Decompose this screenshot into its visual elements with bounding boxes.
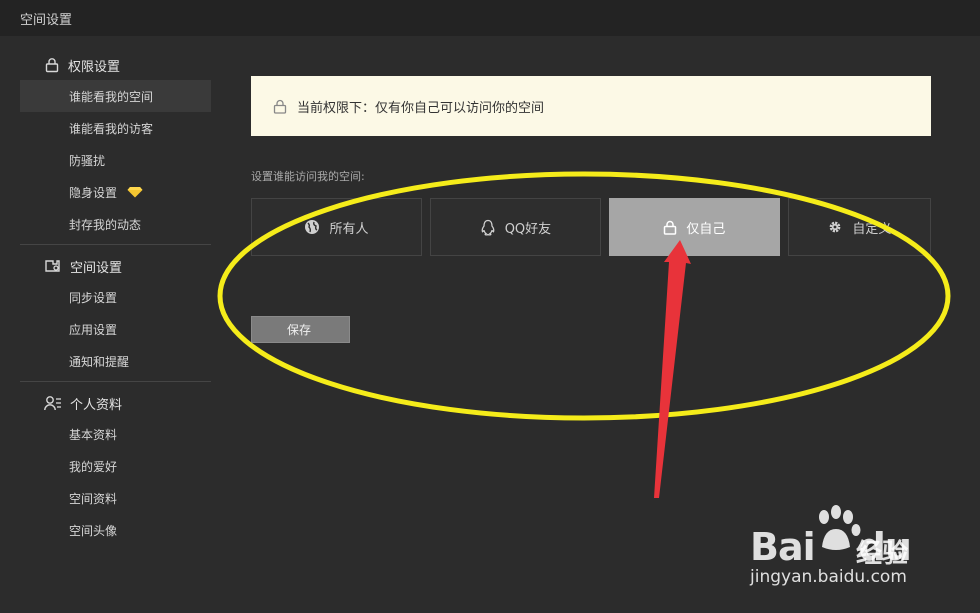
profile-icon — [44, 396, 61, 411]
sidebar-item-label: 空间资料 — [69, 491, 118, 506]
option-label: 自定义 — [852, 221, 892, 237]
window-titlebar: 空间设置 — [0, 0, 980, 36]
sidebar-group-header: 权限设置 — [20, 50, 211, 80]
sidebar-item-label: 谁能看我的空间 — [69, 89, 154, 104]
window-title: 空间设置 — [20, 12, 73, 28]
watermark-brand-part1: Bai — [750, 525, 816, 569]
option-label: 所有人 — [329, 221, 369, 237]
sidebar-item-app-settings[interactable]: 应用设置 — [20, 313, 211, 345]
sidebar-item-sync-settings[interactable]: 同步设置 — [20, 281, 211, 313]
sidebar-item-label: 我的爱好 — [69, 459, 118, 474]
sidebar-group-title: 个人资料 — [70, 397, 123, 413]
access-options: 所有人 QQ好友 仅自己 自定义 — [251, 198, 931, 256]
option-label: 仅自己 — [686, 221, 726, 237]
sidebar-item-label: 隐身设置 — [69, 185, 118, 200]
main-panel: 当前权限下：仅有你自己可以访问你的空间 设置谁能访问我的空间: 所有人 QQ好友… — [251, 76, 931, 343]
diamond-icon — [127, 187, 143, 198]
sidebar-item-hobbies[interactable]: 我的爱好 — [20, 450, 211, 482]
sidebar-group-profile: 个人资料 基本资料 我的爱好 空间资料 空间头像 — [20, 388, 211, 550]
sidebar-group-title: 空间设置 — [70, 260, 123, 276]
sidebar-item-label: 防骚扰 — [69, 153, 106, 168]
sidebar-item-archive-posts[interactable]: 封存我的动态 — [20, 208, 211, 240]
permission-notice: 当前权限下：仅有你自己可以访问你的空间 — [251, 76, 931, 136]
sidebar-group-permissions: 权限设置 谁能看我的空间 谁能看我的访客 防骚扰 隐身设置 封存我的动态 — [20, 50, 211, 245]
sidebar-item-label: 通知和提醒 — [69, 354, 130, 369]
sidebar-item-label: 封存我的动态 — [69, 217, 142, 232]
qq-icon — [481, 219, 495, 235]
lock-icon — [45, 58, 59, 73]
sidebar-item-label: 应用设置 — [69, 322, 118, 337]
sidebar: 权限设置 谁能看我的空间 谁能看我的访客 防骚扰 隐身设置 封存我的动态 空间设… — [20, 50, 211, 556]
sidebar-group-space-settings: 空间设置 同步设置 应用设置 通知和提醒 — [20, 251, 211, 382]
option-custom[interactable]: 自定义 — [787, 198, 931, 256]
lock-icon — [664, 220, 677, 235]
sidebar-group-title: 权限设置 — [68, 59, 121, 75]
sidebar-item-space-avatar[interactable]: 空间头像 — [20, 514, 211, 546]
watermark-url: jingyan.baidu.com — [750, 567, 907, 587]
option-everyone[interactable]: 所有人 — [251, 198, 422, 256]
option-label: QQ好友 — [504, 221, 552, 237]
globe-icon — [305, 220, 320, 234]
sidebar-item-label: 基本资料 — [69, 427, 118, 442]
sidebar-item-who-can-see-space[interactable]: 谁能看我的空间 — [20, 80, 211, 112]
watermark-sub: 经验 — [856, 539, 909, 569]
sidebar-item-invisible-settings[interactable]: 隐身设置 — [20, 176, 211, 208]
option-qq-friends[interactable]: QQ好友 — [429, 198, 601, 256]
space-settings-icon — [45, 260, 60, 272]
access-section-label: 设置谁能访问我的空间: — [251, 170, 365, 183]
save-button[interactable]: 保存 — [251, 316, 350, 343]
sidebar-item-label: 同步设置 — [69, 290, 118, 305]
sidebar-item-notifications[interactable]: 通知和提醒 — [20, 345, 211, 377]
sidebar-group-header: 空间设置 — [20, 251, 211, 281]
baidu-watermark: Bai du 经验 jingyan.baidu.com — [750, 505, 960, 595]
sidebar-item-label: 空间头像 — [69, 523, 118, 538]
option-only-me[interactable]: 仅自己 — [608, 198, 780, 256]
sidebar-group-header: 个人资料 — [20, 388, 211, 418]
sidebar-item-label: 谁能看我的访客 — [69, 121, 154, 136]
sidebar-item-who-can-see-visitors[interactable]: 谁能看我的访客 — [20, 112, 211, 144]
gear-icon — [830, 221, 841, 233]
lock-icon — [273, 99, 287, 114]
sidebar-item-anti-harassment[interactable]: 防骚扰 — [20, 144, 211, 176]
notice-text: 当前权限下：仅有你自己可以访问你的空间 — [297, 100, 545, 116]
sidebar-item-basic-info[interactable]: 基本资料 — [20, 418, 211, 450]
sidebar-item-space-info[interactable]: 空间资料 — [20, 482, 211, 514]
